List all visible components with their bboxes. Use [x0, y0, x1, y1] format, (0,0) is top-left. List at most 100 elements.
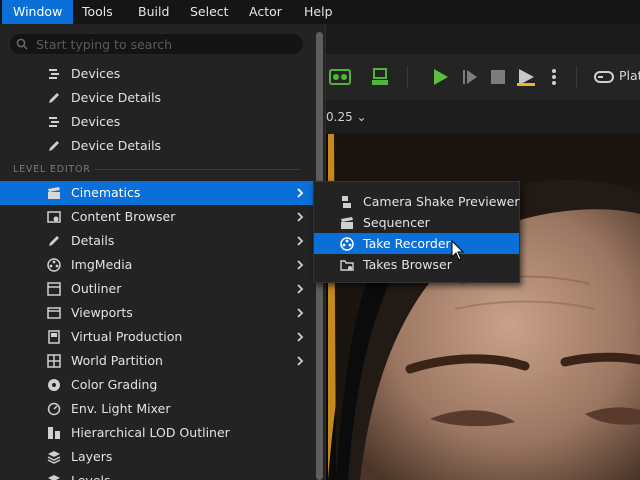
zoom-value: 0.25 — [326, 110, 353, 124]
devices-icon — [49, 117, 59, 127]
menu-item-label: Device Details — [71, 90, 162, 105]
menu-build[interactable]: Build — [127, 0, 180, 24]
menu-item-label: ImgMedia — [71, 257, 133, 272]
viewports-icon — [47, 307, 61, 319]
menu-tools[interactable]: Tools — [71, 0, 124, 24]
menu-item-cinematics[interactable]: Cinematics — [0, 181, 313, 205]
submenu-item-label: Sequencer — [363, 215, 430, 230]
platforms-label[interactable]: Plat — [619, 68, 640, 83]
menu-item-layers[interactable]: Layers — [0, 445, 313, 469]
submenu-item-takes-browser[interactable]: Takes Browser — [314, 254, 519, 275]
menu-actor[interactable]: Actor — [238, 0, 293, 24]
chevron-right-icon — [297, 308, 304, 318]
menu-window[interactable]: Window — [2, 0, 74, 24]
film-reel-icon — [47, 258, 61, 272]
clapperboard-icon — [341, 217, 353, 229]
pencil-icon — [49, 141, 59, 151]
menu-item-label: Cinematics — [71, 185, 141, 200]
menu-item-label: Devices — [71, 114, 121, 129]
menu-item-details[interactable]: Details — [0, 229, 313, 253]
zoom-level[interactable]: 0.25 ⌄ — [326, 110, 367, 124]
stop-icon[interactable] — [486, 65, 510, 89]
camera-shake-icon — [342, 196, 351, 208]
outliner-icon — [47, 282, 61, 296]
menu-item-outliner[interactable]: Outliner — [0, 277, 313, 301]
chevron-right-icon — [297, 284, 304, 294]
chevron-right-icon — [297, 212, 304, 222]
menu-item-world-partition[interactable]: World Partition — [0, 349, 313, 373]
clapperboard-icon — [48, 187, 60, 199]
search-input[interactable] — [36, 34, 296, 54]
viewport-toolbar — [320, 100, 640, 134]
chevron-right-icon — [297, 188, 304, 198]
level-toolbar — [320, 54, 640, 100]
menu-item-label: Virtual Production — [71, 329, 183, 344]
submenu-item-label: Camera Shake Previewer — [363, 194, 520, 209]
mouse-cursor-icon — [451, 240, 465, 261]
platforms-icon[interactable] — [592, 65, 616, 89]
virtual-production-icon — [48, 330, 60, 344]
pencil-icon — [49, 236, 59, 246]
menu-item-devices[interactable]: Devices — [0, 62, 313, 86]
menu-item-device-details[interactable]: Device Details — [0, 86, 313, 110]
menu-item-env-light-mixer[interactable]: Env. Light Mixer — [0, 397, 313, 421]
submenu-item-camera-shake-previewer[interactable]: Camera Shake Previewer — [314, 191, 520, 212]
menu-item-devices-2[interactable]: Devices — [0, 110, 313, 134]
devices-icon — [49, 69, 59, 79]
section-header-level-editor: LEVEL EDITOR — [13, 164, 91, 175]
menu-item-label: Device Details — [71, 138, 162, 153]
menu-item-label: Layers — [71, 449, 113, 464]
content-browser-icon — [47, 211, 61, 223]
search-icon — [16, 38, 28, 50]
eject-icon[interactable] — [514, 65, 538, 89]
blueprint-toolbar-icon[interactable] — [368, 65, 392, 89]
world-partition-icon — [47, 354, 61, 368]
menu-item-virtual-production[interactable]: Virtual Production — [0, 325, 313, 349]
submenu-item-sequencer[interactable]: Sequencer — [314, 212, 519, 233]
menu-item-label: Outliner — [71, 281, 122, 296]
menu-item-label: World Partition — [71, 353, 163, 368]
color-grading-icon — [48, 379, 60, 391]
menu-item-device-details-2[interactable]: Device Details — [0, 134, 313, 158]
menu-item-label: Env. Light Mixer — [71, 401, 171, 416]
more-options-icon[interactable] — [542, 65, 566, 89]
menu-help[interactable]: Help — [293, 0, 344, 24]
chevron-right-icon — [297, 356, 304, 366]
search-box[interactable] — [10, 34, 303, 54]
submenu-item-label: Take Recorder — [363, 236, 451, 251]
lod-outliner-icon — [48, 427, 60, 439]
levels-icon — [48, 475, 60, 480]
menu-item-imgmedia[interactable]: ImgMedia — [0, 253, 313, 277]
chevron-right-icon — [297, 260, 304, 270]
chevron-right-icon — [297, 236, 304, 246]
menu-bar: Window Tools Build Select Actor Help — [0, 0, 640, 24]
menu-item-levels[interactable]: Levels — [0, 469, 313, 480]
menu-item-label: Devices — [71, 66, 121, 81]
window-menu-dropdown: Devices Device Details Devices Device De… — [0, 24, 326, 480]
folder-icon — [340, 260, 354, 271]
light-mixer-icon — [47, 402, 61, 416]
menu-item-label: Hierarchical LOD Outliner — [71, 425, 230, 440]
submenu-item-label: Takes Browser — [363, 257, 452, 272]
layers-icon — [47, 451, 61, 464]
menu-item-content-browser[interactable]: Content Browser — [0, 205, 313, 229]
play-icon[interactable] — [428, 65, 452, 89]
step-icon[interactable] — [458, 65, 482, 89]
chevron-right-icon — [297, 332, 304, 342]
submenu-item-take-recorder[interactable]: Take Recorder — [314, 233, 519, 254]
cinematics-submenu: Camera Shake Previewer Sequencer Take Re… — [313, 181, 520, 283]
menu-item-label: Color Grading — [71, 377, 158, 392]
menu-item-label: Content Browser — [71, 209, 176, 224]
menu-item-hierarchical-lod-outliner[interactable]: Hierarchical LOD Outliner — [0, 421, 313, 445]
menu-item-label: Levels — [71, 469, 111, 480]
menu-item-viewports[interactable]: Viewports — [0, 301, 313, 325]
section-divider — [95, 169, 300, 170]
pencil-icon — [49, 93, 59, 103]
menu-item-color-grading[interactable]: Color Grading — [0, 373, 313, 397]
menu-select[interactable]: Select — [179, 0, 240, 24]
cinematics-toolbar-icon[interactable] — [328, 65, 352, 89]
menu-item-label: Viewports — [71, 305, 133, 320]
film-reel-icon — [340, 237, 354, 251]
chevron-down-icon: ⌄ — [352, 110, 367, 124]
menu-item-label: Details — [71, 233, 115, 248]
